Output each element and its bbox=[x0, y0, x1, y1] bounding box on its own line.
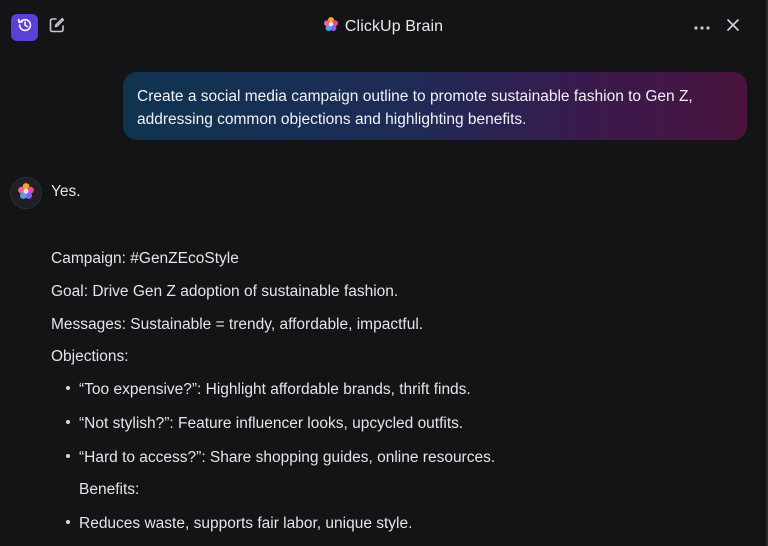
objection-item: “Too expensive?”: Highlight affordable b… bbox=[66, 381, 471, 399]
app-title: ClickUp Brain bbox=[344, 17, 444, 35]
close-icon bbox=[726, 18, 740, 37]
user-message-text: Create a social media campaign outline t… bbox=[137, 88, 693, 128]
reply-campaign: Campaign: #GenZEcoStyle bbox=[51, 250, 239, 267]
bullet-dot bbox=[66, 453, 70, 458]
bullet-dot bbox=[66, 385, 70, 390]
history-icon bbox=[17, 17, 33, 38]
objection-text: “Not stylish?”: Feature influencer looks… bbox=[79, 415, 464, 432]
reply-benefits-heading: Benefits: bbox=[79, 481, 140, 498]
more-horizontal-icon bbox=[693, 18, 711, 36]
edit-icon bbox=[48, 16, 66, 39]
header-title: ClickUp Brain bbox=[0, 16, 766, 37]
reply-intro: Yes. bbox=[51, 183, 81, 200]
clickup-brain-logo-icon bbox=[17, 182, 35, 205]
reply-messages: Messages: Sustainable = trendy, affordab… bbox=[51, 316, 424, 333]
objection-text: “Hard to access?”: Share shopping guides… bbox=[79, 449, 496, 466]
bullet-dot bbox=[66, 519, 70, 524]
clickup-brain-logo-icon bbox=[323, 16, 339, 37]
bullet-dot bbox=[66, 419, 70, 424]
more-options-button[interactable] bbox=[690, 15, 714, 39]
reply-objections-heading: Objections: bbox=[51, 348, 129, 365]
objection-item: “Hard to access?”: Share shopping guides… bbox=[66, 449, 495, 467]
benefit-text: Reduces waste, supports fair labor, uniq… bbox=[79, 515, 413, 532]
top-bar: ClickUp Brain bbox=[0, 0, 766, 56]
benefit-item: Reduces waste, supports fair labor, uniq… bbox=[66, 515, 412, 533]
clickup-brain-panel: ClickUp Brain Create a social media camp… bbox=[0, 0, 768, 546]
reply-goal: Goal: Drive Gen Z adoption of sustainabl… bbox=[51, 283, 399, 300]
objection-item: “Not stylish?”: Feature influencer looks… bbox=[66, 415, 463, 433]
assistant-avatar bbox=[10, 177, 42, 209]
objection-text: “Too expensive?”: Highlight affordable b… bbox=[79, 381, 471, 398]
user-message-bubble: Create a social media campaign outline t… bbox=[123, 72, 747, 140]
new-chat-button[interactable] bbox=[46, 16, 68, 38]
close-button[interactable] bbox=[721, 15, 745, 39]
history-button[interactable] bbox=[11, 14, 38, 41]
